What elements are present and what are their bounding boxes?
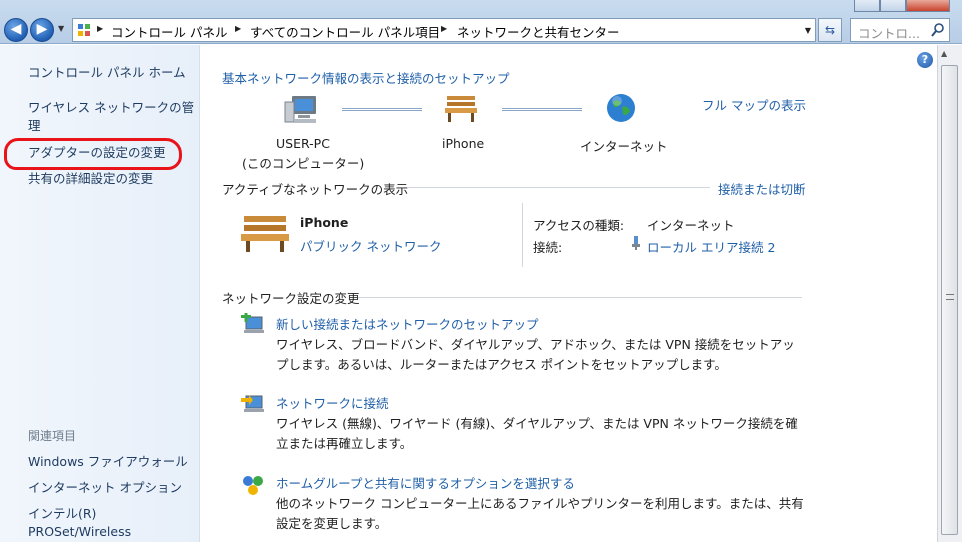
scrollbar-thumb[interactable] — [941, 65, 958, 535]
access-type-value: インターネット — [647, 218, 735, 233]
related-item-proset-wireless[interactable]: インテル(R) PROSet/Wireless — [28, 505, 138, 541]
map-node-computer-name: USER-PC — [276, 136, 330, 151]
navigation-pane: コントロール パネル ホーム ワイヤレス ネットワークの管理 アダプターの設定の… — [0, 45, 200, 542]
map-node-internet: インターネット — [580, 139, 668, 154]
task-connect-network-link[interactable]: ネットワークに接続 — [276, 393, 389, 412]
minimize-button[interactable] — [854, 0, 880, 12]
map-connector — [342, 108, 422, 111]
connection-label: 接続: — [533, 240, 563, 255]
network-type-link[interactable]: パブリック ネットワーク — [300, 236, 441, 255]
related-heading: 関連項目 — [28, 429, 77, 443]
breadcrumb-separator-icon[interactable]: ▶ — [441, 24, 447, 33]
close-button[interactable] — [906, 0, 950, 12]
control-panel-icon — [78, 24, 90, 36]
connection-link[interactable]: ローカル エリア接続 2 — [647, 237, 775, 256]
page-title: 基本ネットワーク情報の表示と接続のセットアップ — [222, 71, 510, 86]
network-adapter-icon — [632, 236, 640, 250]
active-network-name: iPhone — [300, 215, 349, 230]
section-divider — [358, 297, 802, 298]
scroll-grip-icon — [946, 294, 954, 300]
full-map-link[interactable]: フル マップの表示 — [702, 95, 806, 114]
search-icon[interactable] — [931, 22, 945, 38]
vertical-divider — [522, 203, 523, 267]
map-node-computer-sub: (このコンピューター) — [242, 156, 365, 171]
breadcrumb-network-center[interactable]: ネットワークと共有センター — [457, 22, 620, 41]
back-button[interactable]: ◀ — [4, 18, 28, 42]
refresh-button[interactable]: ⇆ — [818, 18, 842, 42]
task-homegroup-link[interactable]: ホームグループと共有に関するオプションを選択する — [276, 473, 575, 492]
settings-heading: ネットワーク設定の変更 — [222, 291, 360, 306]
task-new-connection-link[interactable]: 新しい接続またはネットワークのセットアップ — [276, 314, 539, 333]
active-network-heading: アクティブなネットワークの表示 — [222, 182, 409, 197]
window-titlebar: ◀ ▶ ▼ ▶ コントロール パネル ▶ すべてのコントロール パネル項目 ▶ … — [0, 0, 962, 44]
connect-network-icon — [241, 395, 264, 412]
main-content: 基本ネットワーク情報の表示と接続のセットアップ フル マップの表示 USER-P… — [200, 45, 937, 542]
globe-icon — [607, 94, 635, 122]
search-input[interactable]: コントロ... — [850, 18, 950, 42]
breadcrumb-separator-icon[interactable]: ▶ — [97, 24, 103, 33]
related-item-firewall[interactable]: Windows ファイアウォール — [28, 453, 188, 471]
breadcrumb-control-panel[interactable]: コントロール パネル — [111, 22, 227, 41]
section-divider — [408, 187, 710, 188]
homegroup-icon — [243, 476, 263, 495]
red-annotation-circle — [4, 138, 182, 170]
address-bar[interactable]: ▶ コントロール パネル ▶ すべてのコントロール パネル項目 ▶ ネットワーク… — [72, 18, 816, 42]
bench-icon — [241, 216, 289, 252]
sidebar-item-manage-wireless[interactable]: ワイヤレス ネットワークの管理 — [28, 99, 198, 135]
bench-icon — [445, 96, 477, 122]
computer-icon — [284, 96, 316, 123]
help-icon[interactable]: ? — [917, 52, 933, 68]
task-new-connection-desc: ワイヤレス、ブロードバンド、ダイヤルアップ、アドホック、または VPN 接続をセ… — [276, 337, 795, 372]
forward-button[interactable]: ▶ — [30, 18, 54, 42]
breadcrumb-all-items[interactable]: すべてのコントロール パネル項目 — [250, 22, 440, 41]
maximize-button[interactable] — [880, 0, 906, 12]
map-node-iphone: iPhone — [442, 136, 485, 151]
connect-disconnect-link[interactable]: 接続または切断 — [718, 179, 806, 198]
scroll-up-icon[interactable]: ▲ — [941, 49, 947, 58]
search-placeholder: コントロ... — [858, 26, 920, 41]
task-connect-network-desc: ワイヤレス (無線)、ワイヤード (有線)、ダイヤルアップ、または VPN ネッ… — [276, 416, 798, 451]
task-homegroup-desc: 他のネットワーク コンピューター上にあるファイルやプリンターを利用します。または… — [276, 496, 804, 531]
sidebar-item-control-panel-home[interactable]: コントロール パネル ホーム — [28, 64, 186, 82]
sidebar-item-advanced-sharing[interactable]: 共有の詳細設定の変更 — [28, 170, 153, 188]
breadcrumb-separator-icon[interactable]: ▶ — [235, 24, 241, 33]
recent-pages-dropdown-icon[interactable]: ▼ — [58, 24, 64, 33]
map-connector — [502, 108, 582, 111]
vertical-scrollbar[interactable]: ▲ — [937, 45, 962, 542]
related-item-internet-options[interactable]: インターネット オプション — [28, 479, 182, 497]
access-type-label: アクセスの種類: — [533, 218, 625, 233]
address-dropdown-icon[interactable]: ▼ — [805, 26, 811, 35]
new-connection-icon — [241, 313, 264, 333]
